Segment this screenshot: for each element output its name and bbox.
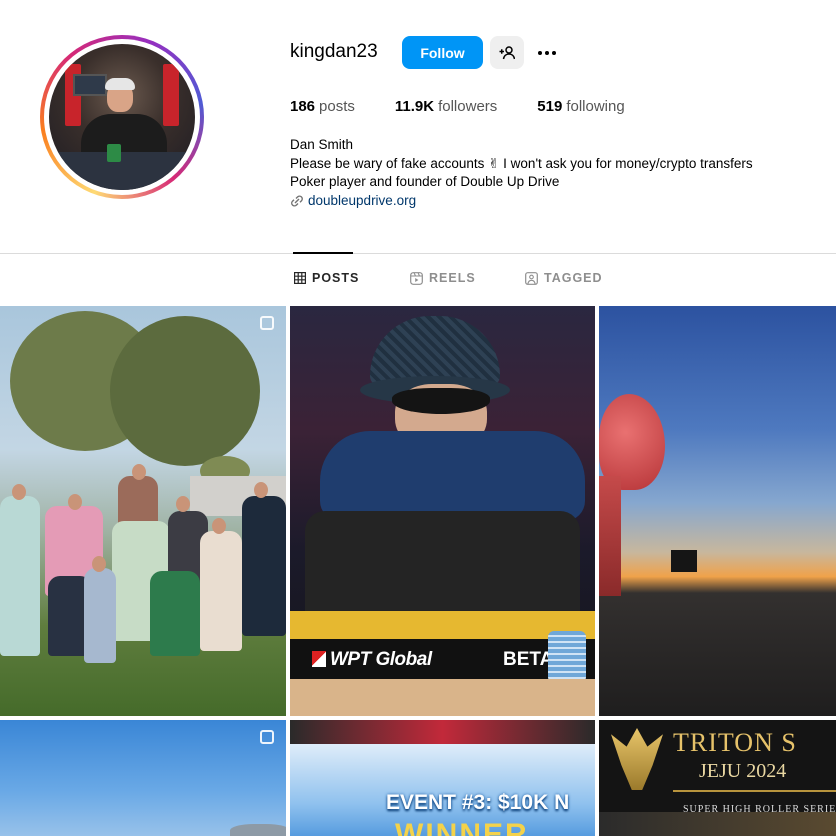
avatar-cap (105, 78, 135, 90)
tower-silhouette (671, 550, 697, 572)
head (92, 556, 106, 572)
avatar-body (81, 114, 167, 154)
suggested-accounts-button[interactable] (490, 36, 524, 69)
tagged-icon (525, 271, 538, 285)
avatar-screen (73, 74, 107, 96)
profile-username: kingdan23 (290, 41, 378, 62)
bio-link[interactable]: doubleupdrive.org (290, 192, 753, 211)
head (12, 484, 26, 500)
event-title: EVENT #3: $10K N (386, 791, 570, 814)
head (254, 482, 268, 498)
wpt-logo: WPT Global (312, 649, 432, 671)
series-label: SUPER HIGH ROLLER SERIE (683, 804, 836, 815)
dot-icon (545, 50, 549, 55)
person (118, 476, 158, 526)
stage-lights (290, 720, 595, 744)
post-thumbnail[interactable]: TRITON S JEJU 2024 SUPER HIGH ROLLER SER… (599, 720, 836, 836)
add-person-icon (499, 45, 515, 59)
post-thumbnail[interactable] (0, 306, 286, 716)
post-thumbnail[interactable]: WPT Global BETA (290, 306, 595, 716)
tree (110, 316, 260, 466)
following-count[interactable]: 519 following (537, 98, 624, 115)
tab-posts-label: POSTS (312, 271, 360, 285)
post-thumbnail[interactable] (0, 720, 286, 836)
head (176, 496, 190, 512)
title-rule (673, 790, 836, 792)
chair (305, 511, 580, 621)
avatar-table (49, 152, 195, 190)
sculpture-base (599, 476, 621, 596)
head (212, 518, 226, 534)
person (242, 496, 286, 636)
tab-posts[interactable]: POSTS (294, 271, 359, 285)
tab-reels-label: REELS (429, 271, 476, 285)
sunglasses (392, 388, 490, 414)
triton-logo-icon (611, 728, 663, 790)
profile-avatar-ring[interactable] (40, 35, 204, 199)
dot-icon (538, 50, 542, 55)
person (200, 531, 242, 651)
avatar-chips (107, 144, 121, 162)
posts-count: 186 posts (290, 98, 355, 115)
bio-line-1: Please be wary of fake accounts ✌ I won'… (290, 155, 753, 171)
active-tab-indicator (293, 252, 353, 254)
profile-full-name: Dan Smith (290, 137, 354, 152)
wpt-mark (312, 651, 326, 667)
person (150, 571, 200, 656)
person (0, 496, 40, 656)
grid-icon (294, 272, 306, 284)
avatar[interactable] (49, 44, 195, 190)
followers-count[interactable]: 11.9K followers (395, 98, 497, 115)
folded-arms (320, 431, 585, 521)
link-icon (291, 195, 303, 207)
tabs-divider (0, 253, 836, 254)
bio-link-text[interactable]: doubleupdrive.org (308, 192, 416, 211)
chip-stack (548, 631, 586, 683)
profile-bio: Dan Smith Please be wary of fake account… (290, 136, 753, 210)
triton-title: TRITON S (673, 728, 797, 757)
follow-button[interactable]: Follow (402, 36, 483, 69)
table-surface (290, 679, 595, 716)
banner-bottom (599, 812, 836, 836)
carousel-icon (260, 730, 274, 744)
more-options-button[interactable] (533, 36, 561, 69)
head (132, 464, 146, 480)
tab-tagged-label: TAGGED (544, 271, 603, 285)
bio-line-2: Poker player and founder of Double Up Dr… (290, 174, 560, 189)
mountain (230, 824, 286, 836)
reels-icon (410, 271, 423, 285)
triton-subtitle: JEJU 2024 (699, 760, 787, 782)
avatar-sign-right (163, 64, 179, 126)
post-thumbnail[interactable]: EVENT #3: $10K N WINNER (290, 720, 595, 836)
winner-text: WINNER (395, 818, 529, 836)
tab-reels[interactable]: REELS (410, 271, 476, 285)
avatar-gap (44, 39, 200, 195)
tab-tagged[interactable]: TAGGED (525, 271, 603, 285)
beta-text: BETA (503, 649, 554, 670)
carousel-icon (260, 316, 274, 330)
head (68, 494, 82, 510)
post-thumbnail[interactable] (599, 306, 836, 716)
dot-icon (552, 50, 556, 55)
profile-stats: 186 posts 11.9K followers 519 following (290, 98, 665, 115)
child (84, 568, 116, 663)
